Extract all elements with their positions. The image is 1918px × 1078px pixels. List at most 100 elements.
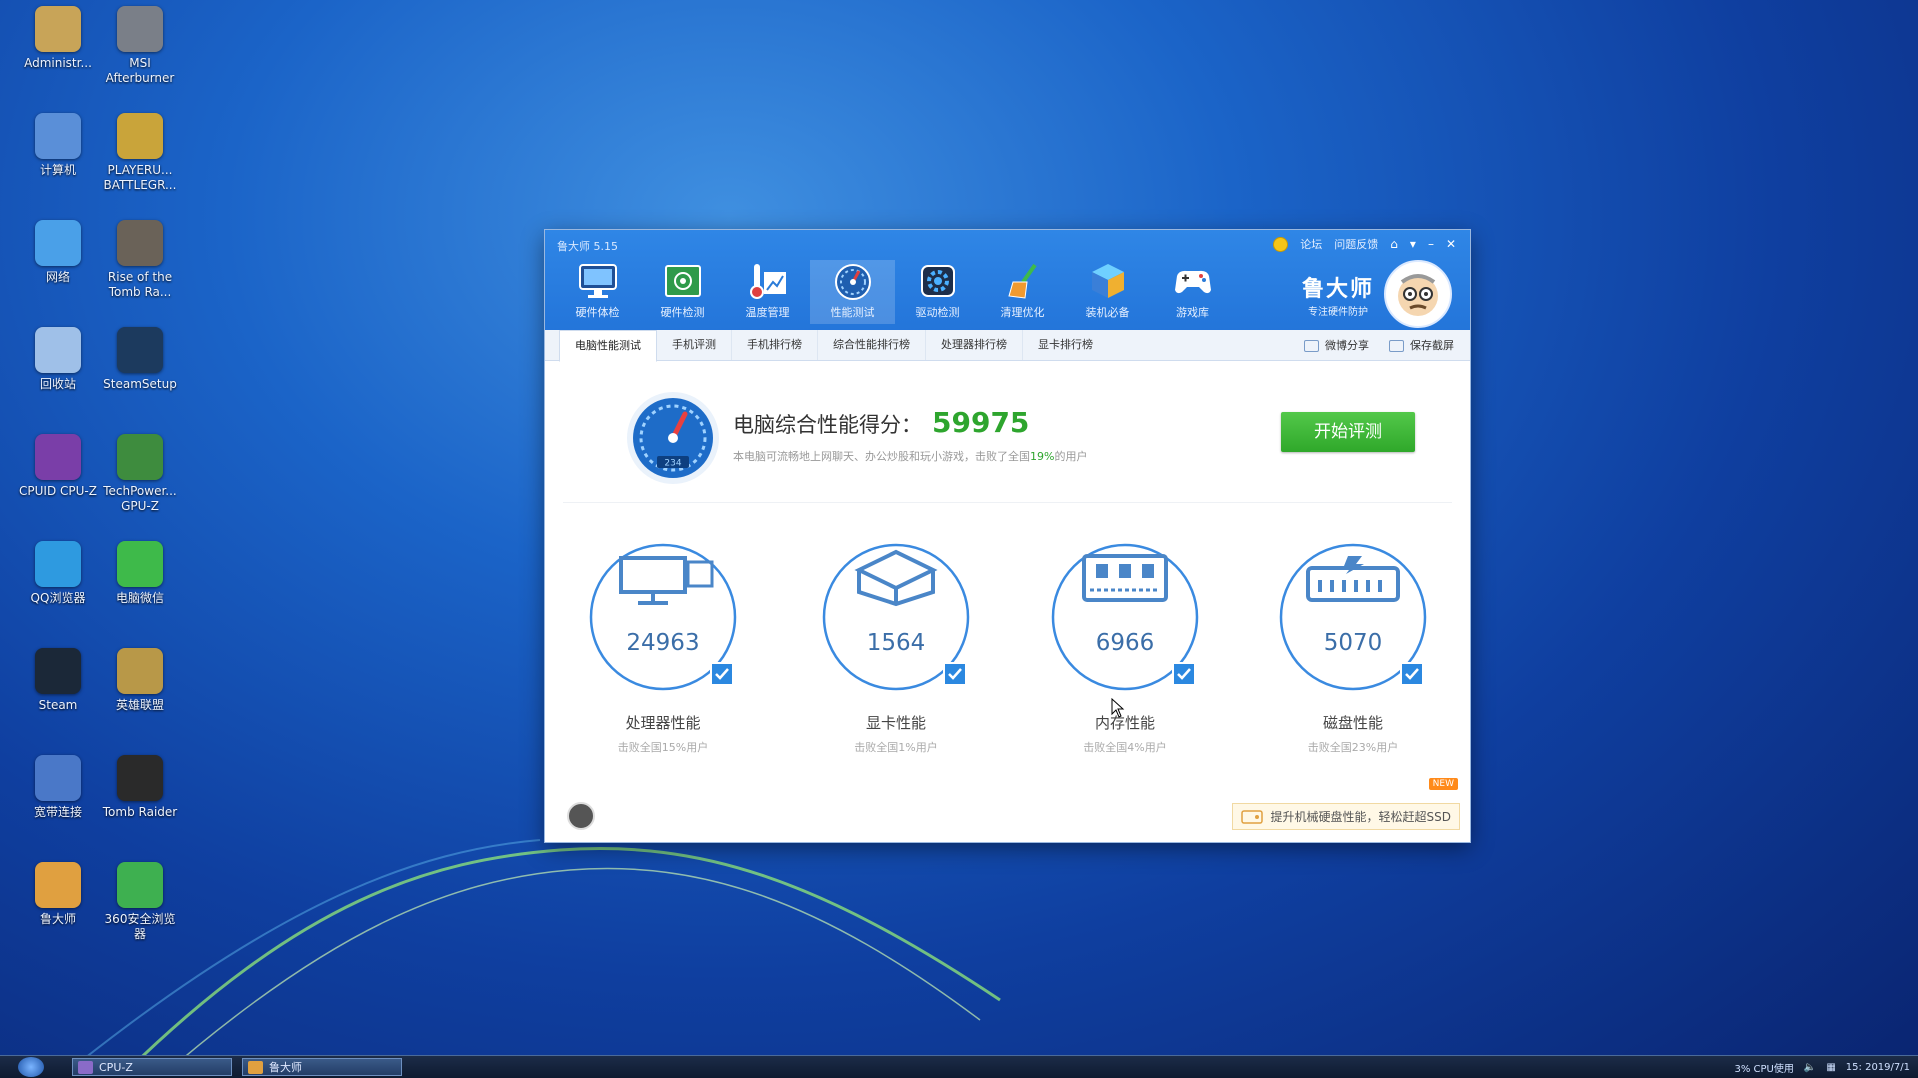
desktop-icon[interactable]: 回收站 xyxy=(18,327,98,392)
desktop-icon[interactable]: Administr... xyxy=(18,6,98,71)
user-icon[interactable] xyxy=(567,802,595,830)
ssd-promo-link[interactable]: 提升机械硬盘性能，轻松赶超SSD xyxy=(1231,803,1460,830)
desktop-icon[interactable]: Steam xyxy=(18,648,98,713)
desktop-icon-label: Tomb Raider xyxy=(102,805,178,819)
desktop-icon-label: 宽带连接 xyxy=(33,805,82,819)
start-test-button[interactable]: 开始评测 xyxy=(1281,412,1415,452)
window-title: 鲁大师 5.15 xyxy=(557,240,618,253)
desktop-icon-label: Rise of the Tomb Ra... xyxy=(107,270,173,299)
score-sub-pct: 19% xyxy=(1030,450,1055,463)
coin-icon[interactable] xyxy=(1273,236,1289,252)
desktop-icon[interactable]: SteamSetup xyxy=(100,327,180,392)
skin-icon[interactable]: ⌂ xyxy=(1390,237,1398,251)
cpu-usage: 3% CPU使用 xyxy=(1734,1060,1793,1075)
checkbox-icon[interactable] xyxy=(1172,662,1196,686)
metric-gpu: 1564 显卡性能 击败全国1%用户 xyxy=(806,542,986,755)
menu-icon[interactable]: ▾ xyxy=(1410,237,1416,251)
score-label: 电脑综合性能得分： xyxy=(733,413,922,437)
metric-name: 处理器性能 xyxy=(625,714,701,732)
brand-area: 鲁大师 专注硬件防护 xyxy=(1302,260,1452,328)
tool-hardware-checkup[interactable]: 硬件体检 xyxy=(555,260,640,324)
taskbar-item-ludashi[interactable]: 鲁大师 xyxy=(242,1058,402,1076)
app-icon xyxy=(35,113,81,159)
app-icon xyxy=(117,434,163,480)
metric-sub: 击败全国4%用户 xyxy=(1083,741,1167,754)
desktop-icon[interactable]: 电脑微信 xyxy=(100,541,180,606)
checkbox-icon[interactable] xyxy=(710,662,734,686)
tool-label: 硬件检测 xyxy=(660,306,705,319)
metric-name: 内存性能 xyxy=(1094,714,1155,732)
weibo-share-button[interactable]: 微博分享 xyxy=(1304,337,1369,353)
title-actions: 论坛 问题反馈 ⌂ ▾ – ✕ xyxy=(1273,236,1456,252)
tool-label: 游戏库 xyxy=(1176,306,1209,319)
app-icon xyxy=(117,327,163,373)
metric-ring: 24963 xyxy=(588,542,738,692)
broom-icon xyxy=(1007,263,1037,299)
tool-clean-optimize[interactable]: 清理优化 xyxy=(980,260,1065,324)
save-screenshot-button[interactable]: 保存截屏 xyxy=(1389,337,1454,353)
score-gauge-icon: 234 xyxy=(627,392,719,484)
tab-actions: 微博分享 保存截屏 xyxy=(1304,330,1454,360)
tool-label: 温度管理 xyxy=(745,306,790,319)
desktop-icon[interactable]: PLAYERU... BATTLEGR... xyxy=(100,113,180,193)
desktop-icon[interactable]: Rise of the Tomb Ra... xyxy=(100,220,180,300)
taskbar-item-cpuz[interactable]: CPU-Z xyxy=(72,1058,232,1076)
metric-value: 24963 xyxy=(626,630,700,656)
desktop-icon[interactable]: Tomb Raider xyxy=(100,755,180,820)
desktop-icon[interactable]: MSI Afterburner xyxy=(100,6,180,86)
desktop-icon-label: Steam xyxy=(38,698,78,712)
clock[interactable]: 15: 2019/7/1 xyxy=(1846,1062,1910,1073)
app-icon xyxy=(117,862,163,908)
tab-phone-ranking[interactable]: 手机排行榜 xyxy=(732,330,818,360)
desktop-icon[interactable]: 鲁大师 xyxy=(18,862,98,927)
app-icon xyxy=(117,541,163,587)
share-icon xyxy=(1304,340,1319,352)
desktop-icon[interactable]: QQ浏览器 xyxy=(18,541,98,606)
thermometer-icon xyxy=(749,264,786,299)
promo-text: 提升机械硬盘性能，轻松赶超SSD xyxy=(1270,810,1451,824)
mascot-avatar[interactable] xyxy=(1384,260,1452,328)
network-icon[interactable]: ▦ xyxy=(1826,1062,1835,1073)
tool-temperature[interactable]: 温度管理 xyxy=(725,260,810,324)
tab-pc-performance[interactable]: 电脑性能测试 xyxy=(559,330,657,362)
checkbox-icon[interactable] xyxy=(1400,662,1424,686)
minimize-button[interactable]: – xyxy=(1428,237,1434,251)
checkbox-icon[interactable] xyxy=(943,662,967,686)
feedback-link[interactable]: 问题反馈 xyxy=(1334,236,1378,252)
metric-value: 1564 xyxy=(866,630,926,656)
tool-essential-software[interactable]: 装机必备 xyxy=(1065,260,1150,324)
forum-link[interactable]: 论坛 xyxy=(1300,236,1322,252)
tab-cpu-ranking[interactable]: 处理器排行榜 xyxy=(926,330,1023,360)
cpu-usage-pct: 3% xyxy=(1734,1063,1751,1075)
tool-driver-detect[interactable]: 驱动检测 xyxy=(895,260,980,324)
clock-time: 15: xyxy=(1845,1061,1862,1073)
tab-phone-review[interactable]: 手机评测 xyxy=(657,330,732,360)
desktop-icon[interactable]: TechPower... GPU-Z xyxy=(100,434,180,514)
cpu-usage-label: CPU使用 xyxy=(1753,1063,1794,1075)
camera-icon xyxy=(1389,340,1404,352)
start-button[interactable] xyxy=(18,1057,44,1077)
app-icon xyxy=(117,648,163,694)
desktop-icon[interactable]: 计算机 xyxy=(18,113,98,178)
clock-date: 2019/7/1 xyxy=(1865,1061,1910,1073)
close-button[interactable]: ✕ xyxy=(1446,237,1456,251)
metric-cpu: 24963 处理器性能 击败全国15%用户 xyxy=(573,542,753,755)
desktop-icon-label: 360安全浏览器 xyxy=(104,912,176,941)
tab-overall-ranking[interactable]: 综合性能排行榜 xyxy=(818,330,926,360)
desktop-icon[interactable]: 英雄联盟 xyxy=(100,648,180,713)
desktop-icon-label: 鲁大师 xyxy=(39,912,76,926)
desktop-icon-label: PLAYERU... BATTLEGR... xyxy=(103,163,177,192)
desktop-icon[interactable]: 宽带连接 xyxy=(18,755,98,820)
desktop-icon[interactable]: CPUID CPU-Z xyxy=(18,434,98,499)
tool-game-library[interactable]: 游戏库 xyxy=(1150,260,1235,324)
save-screenshot-label: 保存截屏 xyxy=(1410,339,1454,352)
desktop-icon[interactable]: 网络 xyxy=(18,220,98,285)
tab-gpu-ranking[interactable]: 显卡排行榜 xyxy=(1023,330,1108,360)
tool-hardware-detect[interactable]: 硬件检测 xyxy=(640,260,725,324)
volume-icon[interactable]: 🔈 xyxy=(1804,1062,1816,1073)
desktop-icon-label: TechPower... GPU-Z xyxy=(103,484,177,513)
hard-disk-icon xyxy=(1240,809,1263,824)
desktop-icon[interactable]: 360安全浏览器 xyxy=(100,862,180,942)
system-tray: 3% CPU使用 🔈 ▦ 15: 2019/7/1 xyxy=(1734,1056,1910,1078)
tool-performance-test[interactable]: 性能测试 xyxy=(810,260,895,324)
